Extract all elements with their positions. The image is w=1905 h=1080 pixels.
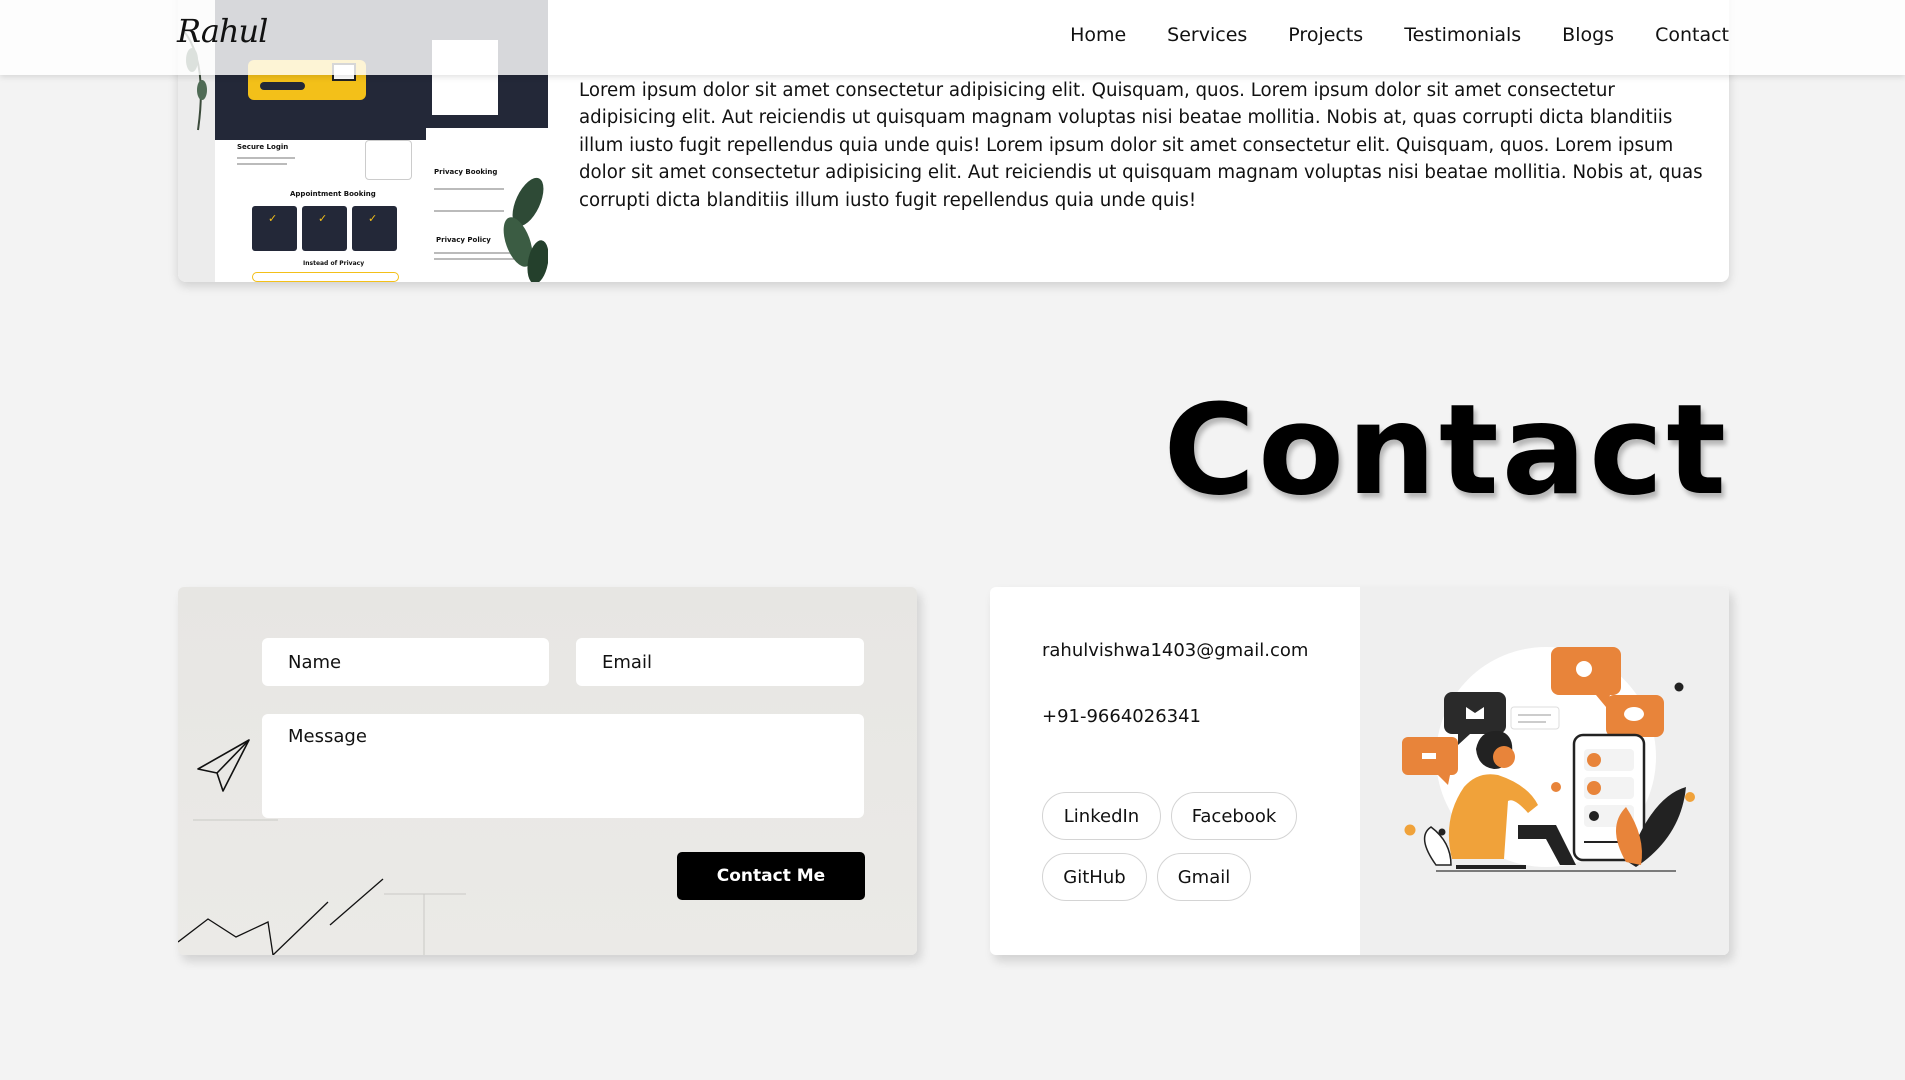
nav-contact[interactable]: Contact bbox=[1655, 24, 1729, 46]
nav-home[interactable]: Home bbox=[1070, 24, 1126, 46]
navbar: Rahul Home Services Projects Testimonial… bbox=[0, 0, 1905, 75]
message-input[interactable] bbox=[262, 714, 864, 818]
project-description: Lorem ipsum dolor sit amet consectetur a… bbox=[579, 80, 1703, 211]
facebook-link[interactable]: Facebook bbox=[1171, 792, 1297, 840]
check-icon bbox=[302, 206, 347, 251]
email-input[interactable] bbox=[576, 638, 864, 686]
contact-email[interactable]: rahulvishwa1403@gmail.com bbox=[1042, 640, 1308, 661]
paper-plane-icon bbox=[197, 739, 250, 792]
check-icon bbox=[252, 206, 297, 251]
contact-info-card: rahulvishwa1403@gmail.com +91-9664026341… bbox=[990, 587, 1729, 955]
nav-links: Home Services Projects Testimonials Blog… bbox=[1070, 24, 1729, 46]
contact-phone[interactable]: +91-9664026341 bbox=[1042, 706, 1201, 727]
github-link[interactable]: GitHub bbox=[1042, 853, 1147, 901]
linkedin-link[interactable]: LinkedIn bbox=[1042, 792, 1161, 840]
mockup-feature-box bbox=[365, 140, 412, 180]
nav-testimonials[interactable]: Testimonials bbox=[1404, 24, 1521, 46]
contact-me-button[interactable]: Contact Me bbox=[677, 852, 865, 900]
check-icon bbox=[352, 206, 397, 251]
plant-icon bbox=[503, 177, 548, 282]
gmail-link[interactable]: Gmail bbox=[1157, 853, 1251, 901]
nav-blogs[interactable]: Blogs bbox=[1562, 24, 1614, 46]
mockup-heading: Secure Login bbox=[237, 143, 289, 151]
nav-services[interactable]: Services bbox=[1167, 24, 1247, 46]
contact-section-title: Contact bbox=[1163, 378, 1729, 523]
person-phone-chat-illustration bbox=[1402, 647, 1695, 872]
logo[interactable]: Rahul bbox=[177, 12, 268, 50]
mockup-heading: Instead of Privacy bbox=[303, 260, 365, 267]
illustration-panel bbox=[1360, 587, 1729, 955]
name-input[interactable] bbox=[262, 638, 549, 686]
mockup-heading: Appointment Booking bbox=[290, 190, 376, 198]
nav-projects[interactable]: Projects bbox=[1288, 24, 1363, 46]
contact-form-card: Contact Me bbox=[178, 587, 917, 955]
